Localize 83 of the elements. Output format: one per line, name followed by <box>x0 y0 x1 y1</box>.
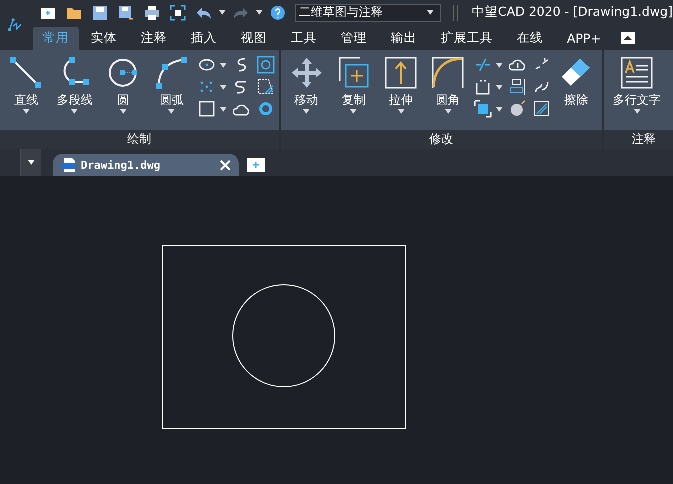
ribbon-tab[interactable]: 输出 <box>379 27 430 50</box>
trim-icon[interactable] <box>474 56 492 74</box>
tab-menu-button[interactable] <box>20 149 41 176</box>
tool-label: 圆弧 <box>160 92 184 109</box>
rectangle-icon[interactable] <box>198 100 216 118</box>
panel-title: 绘制 <box>0 130 279 149</box>
document-tab-label: Drawing1.dwg <box>81 158 162 172</box>
dropdown-caret-icon[interactable] <box>496 62 503 68</box>
tool-label: 多段线 <box>56 92 93 109</box>
dropdown-caret-icon[interactable] <box>22 109 30 114</box>
donut-icon[interactable] <box>257 100 275 118</box>
dropdown-caret-icon[interactable] <box>220 62 227 68</box>
dropdown-caret-icon[interactable] <box>398 109 404 114</box>
tool-label: 复制 <box>342 92 366 109</box>
dropdown-caret-icon[interactable] <box>71 109 78 114</box>
tool-button[interactable]: 多段线 <box>52 56 97 114</box>
move-arrows-icon <box>290 56 324 90</box>
tool-button[interactable]: 多行文字 <box>608 56 666 114</box>
ribbon-tab[interactable]: 实体 <box>79 27 130 50</box>
panel-title: 修改 <box>281 130 602 149</box>
dropdown-caret-icon[interactable] <box>220 106 227 112</box>
overlap-squares-icon[interactable] <box>474 100 492 118</box>
dropdown-caret-icon[interactable] <box>303 109 310 114</box>
ribbon-tab[interactable]: 视图 <box>229 27 280 50</box>
frame-icon[interactable] <box>170 4 186 20</box>
fillet-icon <box>431 56 466 90</box>
text-document-icon <box>620 56 654 90</box>
copy-icon <box>336 56 371 90</box>
tool-button[interactable]: 擦除 <box>554 56 598 109</box>
ribbon-tab[interactable]: 注释 <box>129 27 180 50</box>
dropdown-caret-icon[interactable] <box>120 109 127 114</box>
ribbon-tab[interactable]: 管理 <box>329 27 380 50</box>
tool-label: 圆 <box>117 92 130 109</box>
ribbon-tab[interactable]: 工具 <box>279 27 330 50</box>
tool-label: 多行文字 <box>613 92 661 109</box>
dropdown-caret-icon[interactable] <box>496 84 503 90</box>
align-icon[interactable] <box>508 78 527 96</box>
dropdown-caret-icon[interactable] <box>168 109 176 114</box>
ribbon-tab[interactable]: APP+ <box>555 27 614 50</box>
tool-label: 移动 <box>294 92 319 109</box>
tool-button[interactable]: 直线 <box>4 56 48 114</box>
print-icon[interactable] <box>144 4 160 20</box>
ribbon-tab[interactable]: 插入 <box>179 27 230 50</box>
dropdown-caret-icon <box>427 10 434 15</box>
window-title: 中望CAD 2020 - [Drawing1.dwg] <box>472 4 673 21</box>
bomb-icon[interactable] <box>508 100 527 118</box>
file-icon <box>61 157 77 173</box>
dropdown-caret-icon[interactable] <box>350 109 358 114</box>
stretch-icon <box>384 56 418 90</box>
dropdown-caret-icon[interactable] <box>634 109 640 114</box>
line-icon <box>9 56 44 90</box>
dropdown-caret-icon[interactable] <box>256 10 264 15</box>
dropdown-caret-icon[interactable] <box>220 84 227 90</box>
boundary-icon[interactable] <box>257 56 275 74</box>
caret-icon <box>28 160 34 165</box>
tool-button[interactable]: 圆角 <box>426 56 470 114</box>
close-icon[interactable] <box>220 160 231 170</box>
dropdown-caret-icon[interactable] <box>444 109 452 114</box>
hatch-region-icon[interactable] <box>257 78 275 96</box>
hatch-edit-icon[interactable] <box>532 100 551 118</box>
dropdown-caret-icon[interactable] <box>219 10 226 15</box>
ribbon-tab[interactable]: 扩展工具 <box>429 27 506 50</box>
ribbon-tab[interactable]: 在线 <box>505 27 556 50</box>
save-icon[interactable] <box>92 4 108 20</box>
workspace-dropdown[interactable]: 二维草图与注释 <box>295 4 442 22</box>
collapse-ribbon-icon[interactable] <box>621 32 636 44</box>
tool-label: 圆角 <box>436 92 460 109</box>
tool-button[interactable]: 拉伸 <box>379 56 423 114</box>
save-as-icon[interactable] <box>118 4 134 20</box>
ribbon-tab[interactable]: 常用 <box>33 27 80 50</box>
tool-button[interactable]: 圆弧 <box>150 56 194 114</box>
document-tab[interactable]: Drawing1.dwg <box>53 154 239 176</box>
tool-button[interactable]: 圆 <box>101 56 146 114</box>
offset-icon[interactable] <box>474 78 492 96</box>
tool-button[interactable]: 复制 <box>332 56 376 114</box>
tool-label: 直线 <box>14 92 38 109</box>
arc-icon <box>154 56 189 90</box>
tool-label: 拉伸 <box>389 92 413 109</box>
panel-title: 注释 <box>604 130 673 149</box>
help-icon[interactable] <box>270 4 286 20</box>
tool-label: 擦除 <box>564 92 588 109</box>
tool-button[interactable]: 移动 <box>285 56 328 114</box>
dropdown-caret-icon[interactable] <box>496 106 503 112</box>
